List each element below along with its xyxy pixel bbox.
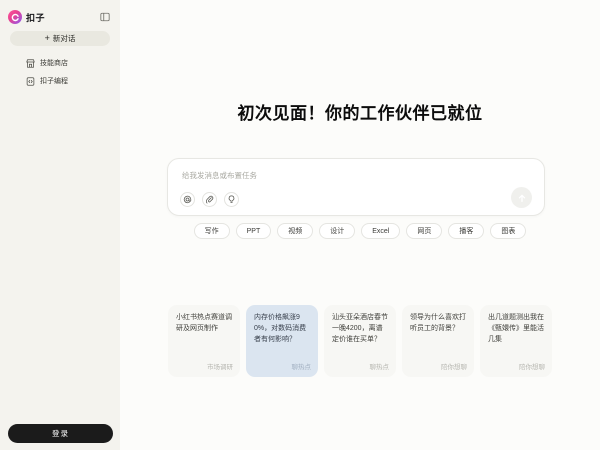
card-text: 内存价格飙涨90%，对数码消费者有何影响？	[254, 313, 310, 346]
quick-action-chips: 写作 PPT 视频 设计 Excel 网页 播客 图表	[120, 223, 600, 239]
lightbulb-icon[interactable]	[224, 192, 239, 207]
card-text: 领导为什么喜欢打听员工的背景？	[410, 313, 466, 335]
card-text: 汕头亚朵酒店春节一晚4200，离谱定价谁在买单？	[332, 313, 388, 346]
paperclip-icon[interactable]	[202, 192, 217, 207]
main-content: 初次见面！你的工作伙伴已就位 写作 PPT 视频 设计	[120, 0, 600, 450]
code-doc-icon	[26, 77, 35, 86]
login-button[interactable]: 登录	[8, 424, 113, 443]
suggestion-card[interactable]: 小红书热点赛道调研及网页制作 市场调研	[168, 305, 240, 377]
app-window: 扣子 + 新对话 技能商店 扣子编程 登录	[0, 0, 600, 450]
sidebar-header: 扣子	[8, 8, 112, 26]
sidebar-item-coze-coding[interactable]: 扣子编程	[6, 73, 114, 89]
sidebar-menu: 技能商店 扣子编程	[0, 55, 120, 91]
suggestion-card[interactable]: 汕头亚朵酒店春节一晚4200，离谱定价谁在买单？ 聊热点	[324, 305, 396, 377]
store-icon	[26, 59, 35, 68]
chip-writing[interactable]: 写作	[194, 223, 230, 239]
sidebar-item-skill-store[interactable]: 技能商店	[6, 55, 114, 71]
sidebar-item-label: 扣子编程	[40, 76, 68, 86]
chip-ppt[interactable]: PPT	[236, 223, 272, 239]
chip-chart[interactable]: 图表	[490, 223, 526, 239]
sidebar: 扣子 + 新对话 技能商店 扣子编程 登录	[0, 0, 120, 450]
composer-toolbar	[180, 192, 239, 207]
coze-logo-icon	[8, 10, 22, 24]
suggestion-card[interactable]: 内存价格飙涨90%，对数码消费者有何影响？ 聊热点	[246, 305, 318, 377]
chip-podcast[interactable]: 播客	[448, 223, 484, 239]
send-arrow-icon	[517, 193, 527, 203]
card-text: 出几道题测出我在《甄嬛传》里能活几集	[488, 313, 544, 346]
suggestion-card[interactable]: 领导为什么喜欢打听员工的背景？ 陪你想聊	[402, 305, 474, 377]
chip-design[interactable]: 设计	[319, 223, 355, 239]
card-tag: 陪你想聊	[519, 361, 545, 371]
chip-excel[interactable]: Excel	[361, 223, 400, 239]
app-title: 扣子	[26, 11, 45, 24]
card-tag: 陪你想聊	[441, 361, 467, 371]
card-tag: 聊热点	[292, 361, 312, 371]
card-tag: 市场调研	[207, 361, 233, 371]
chip-video[interactable]: 视频	[277, 223, 313, 239]
plus-icon: +	[45, 34, 50, 43]
message-composer[interactable]	[167, 158, 545, 216]
suggestion-card[interactable]: 出几道题测出我在《甄嬛传》里能活几集 陪你想聊	[480, 305, 552, 377]
chip-webpage[interactable]: 网页	[406, 223, 442, 239]
send-button[interactable]	[511, 187, 532, 208]
mention-at-icon[interactable]	[180, 192, 195, 207]
message-input[interactable]	[182, 168, 530, 182]
new-chat-button[interactable]: + 新对话	[10, 31, 110, 46]
suggestion-cards: 小红书热点赛道调研及网页制作 市场调研 内存价格飙涨90%，对数码消费者有何影响…	[168, 305, 552, 377]
page-title: 初次见面！你的工作伙伴已就位	[120, 99, 600, 124]
collapse-sidebar-icon[interactable]	[98, 10, 112, 24]
card-text: 小红书热点赛道调研及网页制作	[176, 313, 232, 335]
sidebar-item-label: 技能商店	[40, 58, 68, 68]
coze-logo[interactable]: 扣子	[8, 10, 98, 24]
card-tag: 聊热点	[370, 361, 390, 371]
new-chat-label: 新对话	[53, 33, 76, 44]
